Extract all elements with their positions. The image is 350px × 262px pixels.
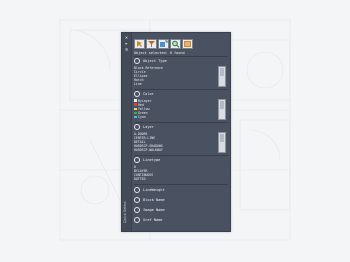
radio-block-name[interactable] (134, 197, 140, 203)
section-title-layer: Layer (143, 125, 154, 129)
color-swatch (134, 107, 137, 110)
panel-handle[interactable]: ✕ ▸ ≡ Quick Select (122, 33, 132, 231)
add-to-set-icon[interactable] (158, 39, 169, 49)
select-all-icon[interactable] (134, 39, 145, 49)
color-scrollbar[interactable] (218, 99, 226, 120)
section-title-object-type: Object Type (143, 59, 167, 63)
section-title-linetype: Linetype (143, 158, 161, 162)
linetype-list: 0 BYLAYER CONTINUOUS DOTTED (134, 165, 214, 181)
radio-linetype[interactable] (134, 157, 140, 163)
pin-icon[interactable]: ▸ (124, 42, 129, 47)
filter-icon[interactable] (146, 39, 157, 49)
color-swatch (134, 111, 137, 115)
list-item[interactable]: DOTTED (134, 177, 214, 181)
list-item[interactable]: Line (134, 82, 214, 86)
section-title-color: Color (143, 92, 154, 96)
layer-scrollbar[interactable] (218, 132, 226, 153)
divider (134, 89, 228, 90)
list-item[interactable]: Cyan (134, 115, 214, 119)
section-title-lineweight: LineWeight (143, 188, 165, 192)
menu-icon[interactable]: ≡ (124, 48, 129, 53)
color-swatch (134, 103, 137, 106)
zoom-icon[interactable] (170, 39, 181, 49)
section-title-block-name: Block Name (143, 198, 165, 202)
radio-object-type[interactable] (134, 58, 140, 64)
divider (134, 155, 228, 156)
radio-color[interactable] (134, 91, 140, 97)
selection-count: Object selected: 0 found (134, 51, 185, 55)
settings-icon[interactable] (182, 39, 193, 49)
close-icon[interactable]: ✕ (124, 36, 129, 41)
radio-image-name[interactable] (134, 207, 140, 213)
radio-xref-name[interactable] (134, 217, 140, 223)
panel-vertical-title: Quick Select (123, 201, 127, 223)
quick-select-panel: ✕ ▸ ≡ Quick Select Object selected: 0 fo… (121, 32, 231, 232)
color-swatch (134, 99, 137, 102)
section-title-xref-name: Xref Name (143, 218, 163, 222)
layer-list: A-DOORS CENTER-LINE DETAIL HARDSCP-SHADO… (134, 132, 214, 152)
color-list: ByLayer Red Yellow Green Cyan (134, 99, 214, 119)
list-item[interactable]: HARDSCP-WALKWAY (134, 148, 214, 152)
radio-layer[interactable] (134, 124, 140, 130)
color-swatch (134, 115, 137, 119)
section-title-image-name: Image Name (143, 208, 165, 212)
object-type-list: Block Reference Circle Ellipse Hatch Lin… (134, 66, 214, 86)
divider (134, 122, 228, 123)
object-type-scrollbar[interactable] (218, 66, 226, 87)
divider (134, 56, 228, 57)
divider (134, 184, 228, 185)
radio-lineweight[interactable] (134, 187, 140, 193)
